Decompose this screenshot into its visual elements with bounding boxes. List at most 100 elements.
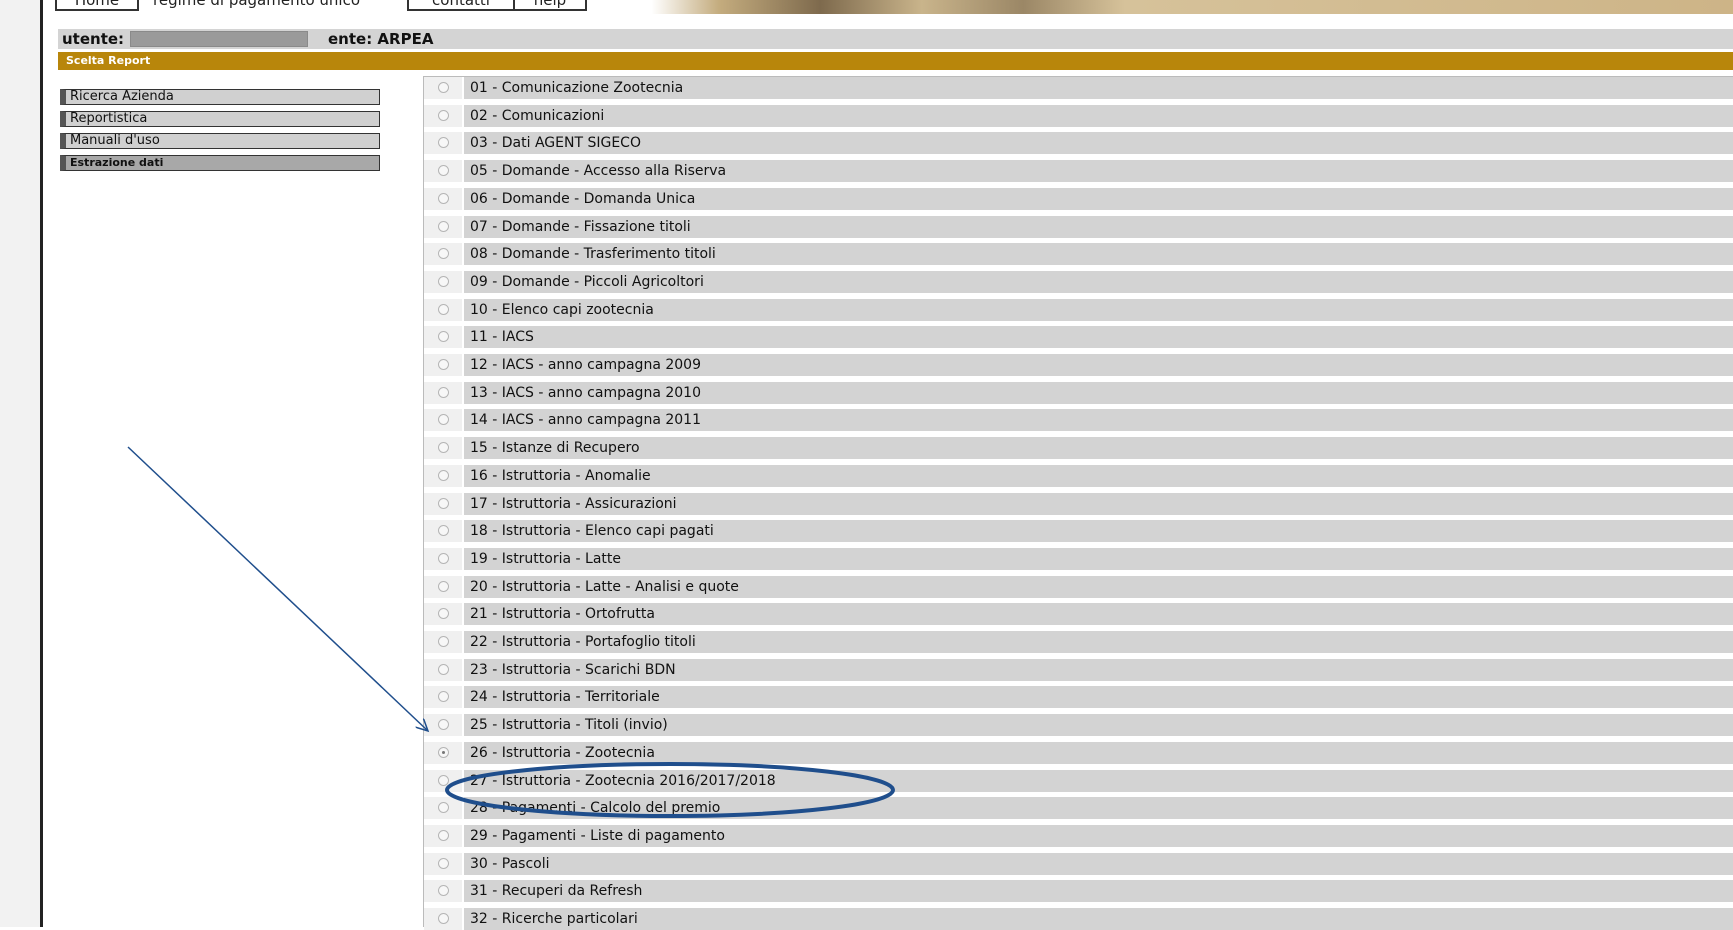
report-row[interactable]: 22 - Istruttoria - Portafoglio titoli: [424, 631, 1733, 653]
report-row[interactable]: 01 - Comunicazione Zootecnia: [424, 77, 1733, 99]
radio-cell: [424, 188, 462, 210]
report-radio[interactable]: [438, 747, 449, 758]
report-radio[interactable]: [438, 636, 449, 647]
report-row[interactable]: 21 - Istruttoria - Ortofrutta: [424, 603, 1733, 625]
report-row[interactable]: 12 - IACS - anno campagna 2009: [424, 354, 1733, 376]
report-label: 07 - Domande - Fissazione titoli: [464, 216, 1733, 238]
report-radio[interactable]: [438, 664, 449, 675]
report-radio[interactable]: [438, 331, 449, 342]
report-row[interactable]: 03 - Dati AGENT SIGECO: [424, 132, 1733, 154]
report-row[interactable]: 11 - IACS: [424, 326, 1733, 348]
sidebar-item-estrazione-dati[interactable]: Estrazione dati: [60, 155, 380, 171]
report-radio[interactable]: [438, 414, 449, 425]
report-radio[interactable]: [438, 359, 449, 370]
report-label: 01 - Comunicazione Zootecnia: [464, 77, 1733, 99]
report-row[interactable]: 18 - Istruttoria - Elenco capi pagati: [424, 520, 1733, 542]
report-radio[interactable]: [438, 581, 449, 592]
report-radio[interactable]: [438, 165, 449, 176]
left-gutter: [0, 0, 40, 927]
report-label: 16 - Istruttoria - Anomalie: [464, 465, 1733, 487]
report-radio[interactable]: [438, 387, 449, 398]
report-radio[interactable]: [438, 110, 449, 121]
radio-cell: [424, 216, 462, 238]
report-label: 02 - Comunicazioni: [464, 105, 1733, 127]
report-row[interactable]: 25 - Istruttoria - Titoli (invio): [424, 714, 1733, 736]
report-radio[interactable]: [438, 885, 449, 896]
report-row[interactable]: 13 - IACS - anno campagna 2010: [424, 382, 1733, 404]
nav-home-tab[interactable]: Home: [55, 0, 139, 11]
report-radio[interactable]: [438, 608, 449, 619]
nav-help-tab[interactable]: help: [513, 0, 587, 11]
report-row[interactable]: 14 - IACS - anno campagna 2011: [424, 409, 1733, 431]
report-row[interactable]: 30 - Pascoli: [424, 853, 1733, 875]
radio-cell: [424, 686, 462, 708]
report-radio[interactable]: [438, 442, 449, 453]
report-radio[interactable]: [438, 248, 449, 259]
report-label: 03 - Dati AGENT SIGECO: [464, 132, 1733, 154]
radio-cell: [424, 825, 462, 847]
report-row[interactable]: 06 - Domande - Domanda Unica: [424, 188, 1733, 210]
radio-cell: [424, 354, 462, 376]
report-label: 31 - Recuperi da Refresh: [464, 880, 1733, 902]
report-row[interactable]: 08 - Domande - Trasferimento titoli: [424, 243, 1733, 265]
report-radio[interactable]: [438, 802, 449, 813]
report-row[interactable]: 31 - Recuperi da Refresh: [424, 880, 1733, 902]
radio-cell: [424, 576, 462, 598]
report-radio[interactable]: [438, 525, 449, 536]
nav-regime-link[interactable]: regime di pagamento unico: [153, 0, 360, 11]
report-label: 23 - Istruttoria - Scarichi BDN: [464, 659, 1733, 681]
report-label: 14 - IACS - anno campagna 2011: [464, 409, 1733, 431]
report-radio[interactable]: [438, 221, 449, 232]
report-row[interactable]: 05 - Domande - Accesso alla Riserva: [424, 160, 1733, 182]
radio-cell: [424, 631, 462, 653]
report-row[interactable]: 24 - Istruttoria - Territoriale: [424, 686, 1733, 708]
radio-cell: [424, 603, 462, 625]
report-radio[interactable]: [438, 719, 449, 730]
sidebar-item-ricerca-azienda[interactable]: Ricerca Azienda: [60, 89, 380, 105]
radio-cell: [424, 437, 462, 459]
report-row[interactable]: 09 - Domande - Piccoli Agricoltori: [424, 271, 1733, 293]
report-label: 18 - Istruttoria - Elenco capi pagati: [464, 520, 1733, 542]
report-row[interactable]: 07 - Domande - Fissazione titoli: [424, 216, 1733, 238]
report-row[interactable]: 16 - Istruttoria - Anomalie: [424, 465, 1733, 487]
report-radio[interactable]: [438, 775, 449, 786]
report-radio[interactable]: [438, 137, 449, 148]
report-radio[interactable]: [438, 304, 449, 315]
report-radio[interactable]: [438, 553, 449, 564]
radio-cell: [424, 520, 462, 542]
report-row[interactable]: 29 - Pagamenti - Liste di pagamento: [424, 825, 1733, 847]
report-row[interactable]: 26 - Istruttoria - Zootecnia: [424, 742, 1733, 764]
report-radio[interactable]: [438, 913, 449, 924]
report-row[interactable]: 02 - Comunicazioni: [424, 105, 1733, 127]
section-title: Scelta Report: [58, 52, 1733, 70]
radio-cell: [424, 382, 462, 404]
nav-contatti-tab[interactable]: contatti: [407, 0, 515, 11]
report-row[interactable]: 27 - Istruttoria - Zootecnia 2016/2017/2…: [424, 770, 1733, 792]
report-row[interactable]: 10 - Elenco capi zootecnia: [424, 299, 1733, 321]
report-row[interactable]: 23 - Istruttoria - Scarichi BDN: [424, 659, 1733, 681]
report-radio[interactable]: [438, 276, 449, 287]
radio-cell: [424, 493, 462, 515]
user-label: utente:: [62, 30, 125, 48]
report-row[interactable]: 15 - Istanze di Recupero: [424, 437, 1733, 459]
report-radio[interactable]: [438, 858, 449, 869]
report-row[interactable]: 20 - Istruttoria - Latte - Analisi e quo…: [424, 576, 1733, 598]
report-radio[interactable]: [438, 82, 449, 93]
report-radio[interactable]: [438, 193, 449, 204]
report-radio[interactable]: [438, 691, 449, 702]
report-row[interactable]: 28 - Pagamenti - Calcolo del premio: [424, 797, 1733, 819]
radio-cell: [424, 243, 462, 265]
report-label: 26 - Istruttoria - Zootecnia: [464, 742, 1733, 764]
report-radio[interactable]: [438, 830, 449, 841]
sidebar-item-manuali-d-uso[interactable]: Manuali d'uso: [60, 133, 380, 149]
sidebar-item-reportistica[interactable]: Reportistica: [60, 111, 380, 127]
report-radio[interactable]: [438, 470, 449, 481]
radio-cell: [424, 326, 462, 348]
report-label: 20 - Istruttoria - Latte - Analisi e quo…: [464, 576, 1733, 598]
report-row[interactable]: 19 - Istruttoria - Latte: [424, 548, 1733, 570]
report-label: 28 - Pagamenti - Calcolo del premio: [464, 797, 1733, 819]
report-label: 25 - Istruttoria - Titoli (invio): [464, 714, 1733, 736]
report-radio[interactable]: [438, 498, 449, 509]
report-label: 22 - Istruttoria - Portafoglio titoli: [464, 631, 1733, 653]
report-row[interactable]: 17 - Istruttoria - Assicurazioni: [424, 493, 1733, 515]
